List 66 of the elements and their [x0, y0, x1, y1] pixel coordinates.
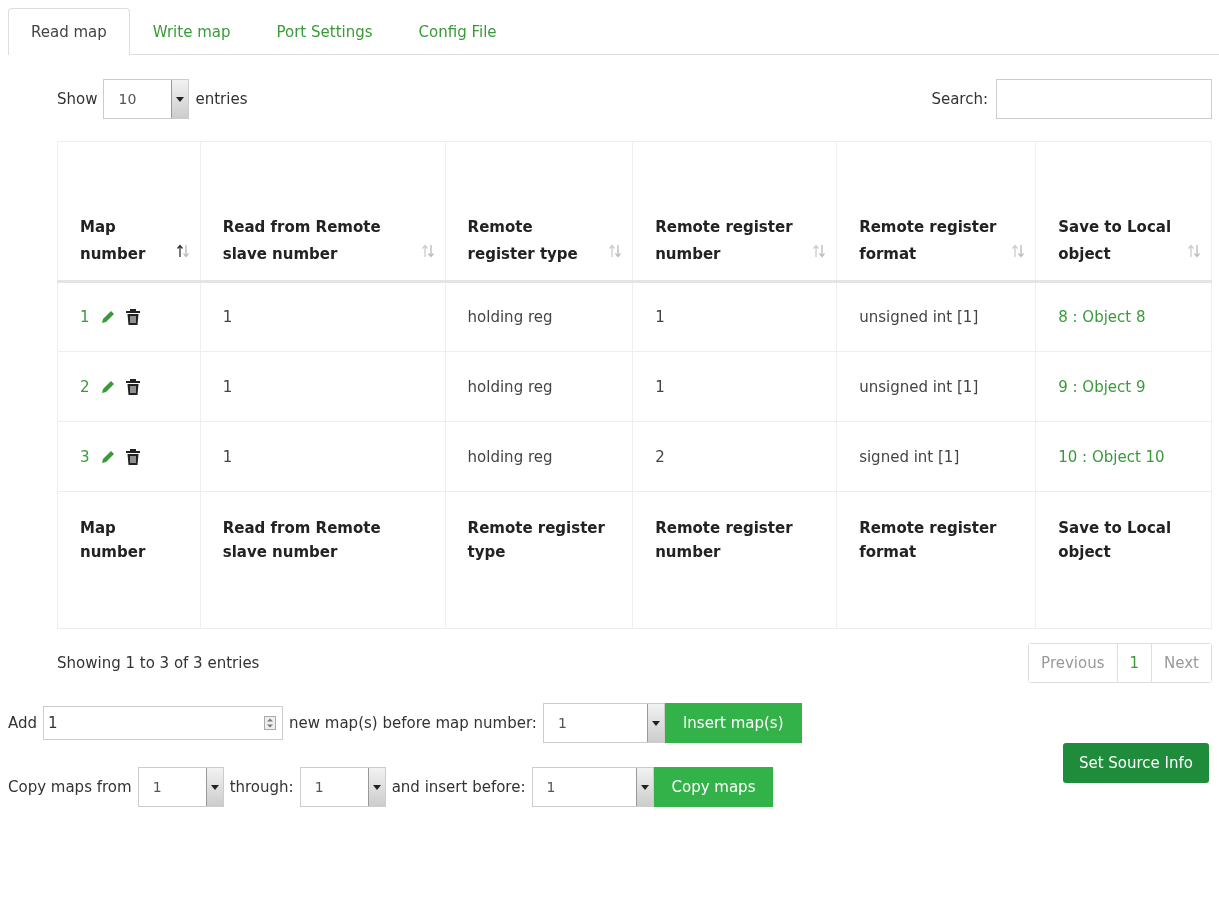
column-header[interactable]: Save to Local object — [1035, 141, 1212, 282]
select-field[interactable]: 1 — [137, 767, 224, 807]
select-field[interactable]: 1 — [531, 767, 654, 807]
search-field[interactable] — [996, 79, 1212, 119]
table-cell: 1 — [200, 281, 446, 352]
column-footer: Remote register number — [632, 491, 837, 629]
tab[interactable]: Port Settings — [253, 8, 396, 55]
number-field[interactable]: 1 — [43, 706, 284, 740]
source-button[interactable]: Set Source Info — [1062, 743, 1209, 783]
table-cell: unsigned int [1] — [836, 351, 1036, 422]
trash-icon[interactable] — [125, 309, 140, 325]
through-label: through: — [229, 778, 294, 796]
table-cell: 1 — [632, 351, 837, 422]
map-number-link[interactable]: 1 — [80, 308, 90, 326]
object-link[interactable]: 8 : Object 8 — [1058, 308, 1146, 326]
column-footer: Save to Local object — [1035, 491, 1212, 629]
column-footer: Remote register format — [836, 491, 1036, 629]
entries-label: entries — [195, 90, 248, 108]
table-cell: holding reg — [445, 281, 633, 352]
caret-icon — [640, 784, 649, 790]
search-label: Search: — [931, 90, 988, 108]
tab[interactable]: Config File — [395, 8, 520, 55]
map-number-link[interactable]: 3 — [80, 447, 90, 466]
caret-icon — [176, 96, 185, 102]
trash-icon[interactable] — [125, 448, 140, 465]
column-footer: Map number — [57, 491, 201, 629]
select-field[interactable]: 1 — [542, 703, 665, 743]
column-footer: Read from Remote slave number — [200, 491, 446, 629]
tab[interactable]: Write map — [129, 8, 254, 55]
object-link[interactable]: 10 : Object 10 — [1058, 447, 1165, 466]
table-cell: signed int [1] — [836, 421, 1036, 492]
table-cell: holding reg — [445, 421, 633, 492]
insert-label: new map(s) before map number: — [289, 714, 537, 732]
show-label: Show — [57, 90, 98, 108]
trash-icon[interactable] — [125, 378, 140, 395]
object-link[interactable]: 9 : Object 9 — [1058, 377, 1146, 396]
column-footer: Remote register type — [445, 491, 633, 629]
insert-before-label: and insert before: — [391, 778, 526, 796]
tab[interactable]: Read map — [8, 8, 130, 55]
table-cell: 1 — [632, 281, 837, 352]
copy-button[interactable]: Copy maps — [653, 767, 774, 807]
table-cell: unsigned int [1] — [836, 281, 1036, 352]
table-cell: holding reg — [445, 351, 633, 422]
table-cell: 1 — [200, 421, 446, 492]
insert-button[interactable]: Insert map(s) — [664, 703, 802, 743]
map-number-link[interactable]: 2 — [80, 377, 90, 396]
pencil-icon[interactable] — [99, 378, 116, 395]
table-cell: 1 — [200, 351, 446, 422]
sort-icon[interactable] — [175, 244, 190, 258]
caret-icon — [210, 784, 219, 790]
column-header[interactable]: Remote register format — [836, 141, 1036, 282]
pencil-icon[interactable] — [99, 309, 116, 325]
column-header[interactable]: Remote register type — [445, 141, 633, 282]
add-label: Add — [8, 714, 38, 732]
select-field[interactable]: 1 — [299, 767, 386, 807]
column-header[interactable]: Read from Remote slave number — [200, 141, 446, 282]
pencil-icon[interactable] — [99, 448, 116, 465]
entries-info: Showing 1 to 3 of 3 entries — [57, 654, 260, 672]
caret-icon — [651, 720, 660, 726]
spinner-icon[interactable] — [264, 716, 277, 730]
copy-label: Copy maps from — [8, 778, 132, 796]
column-header[interactable]: Remote register number — [632, 141, 837, 282]
table-cell: 2 — [632, 421, 837, 492]
column-header[interactable]: Map number — [57, 141, 201, 282]
caret-icon — [372, 784, 381, 790]
select-field[interactable]: 10 — [103, 79, 190, 119]
